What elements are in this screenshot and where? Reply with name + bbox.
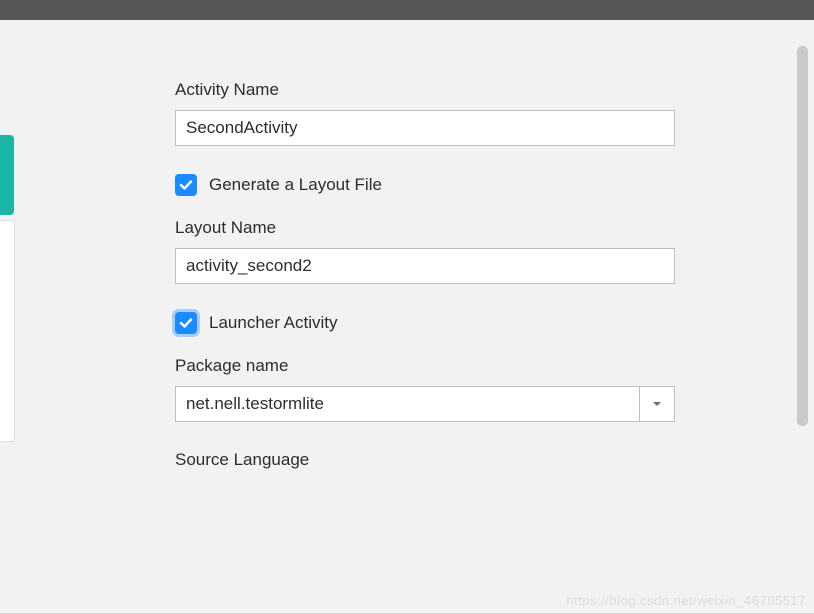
- activity-name-input[interactable]: [175, 110, 675, 146]
- form-viewport: Activity Name Generate a Layout File Lay…: [0, 20, 814, 614]
- activity-config-form: Activity Name Generate a Layout File Lay…: [175, 80, 675, 480]
- generate-layout-row[interactable]: Generate a Layout File: [175, 174, 675, 196]
- package-name-input[interactable]: [175, 386, 639, 422]
- layout-name-label: Layout Name: [175, 218, 675, 238]
- activity-name-label: Activity Name: [175, 80, 675, 100]
- package-name-combo[interactable]: [175, 386, 675, 422]
- launcher-activity-row[interactable]: Launcher Activity: [175, 312, 675, 334]
- vertical-scrollbar[interactable]: [797, 46, 808, 426]
- generate-layout-checkbox[interactable]: [175, 174, 197, 196]
- package-name-dropdown-button[interactable]: [639, 386, 675, 422]
- package-name-label: Package name: [175, 356, 675, 376]
- watermark-text: https://blog.csdn.net/weixin_46705517: [566, 593, 806, 608]
- side-tab-inactive[interactable]: [0, 220, 15, 442]
- window-titlebar: [0, 0, 814, 20]
- launcher-activity-checkbox[interactable]: [175, 312, 197, 334]
- side-tab-active[interactable]: [0, 135, 14, 215]
- chevron-down-icon: [651, 398, 663, 410]
- check-icon: [179, 178, 193, 192]
- generate-layout-label: Generate a Layout File: [209, 175, 382, 195]
- layout-name-input[interactable]: [175, 248, 675, 284]
- launcher-activity-label: Launcher Activity: [209, 313, 338, 333]
- source-language-label: Source Language: [175, 450, 675, 470]
- check-icon: [179, 316, 193, 330]
